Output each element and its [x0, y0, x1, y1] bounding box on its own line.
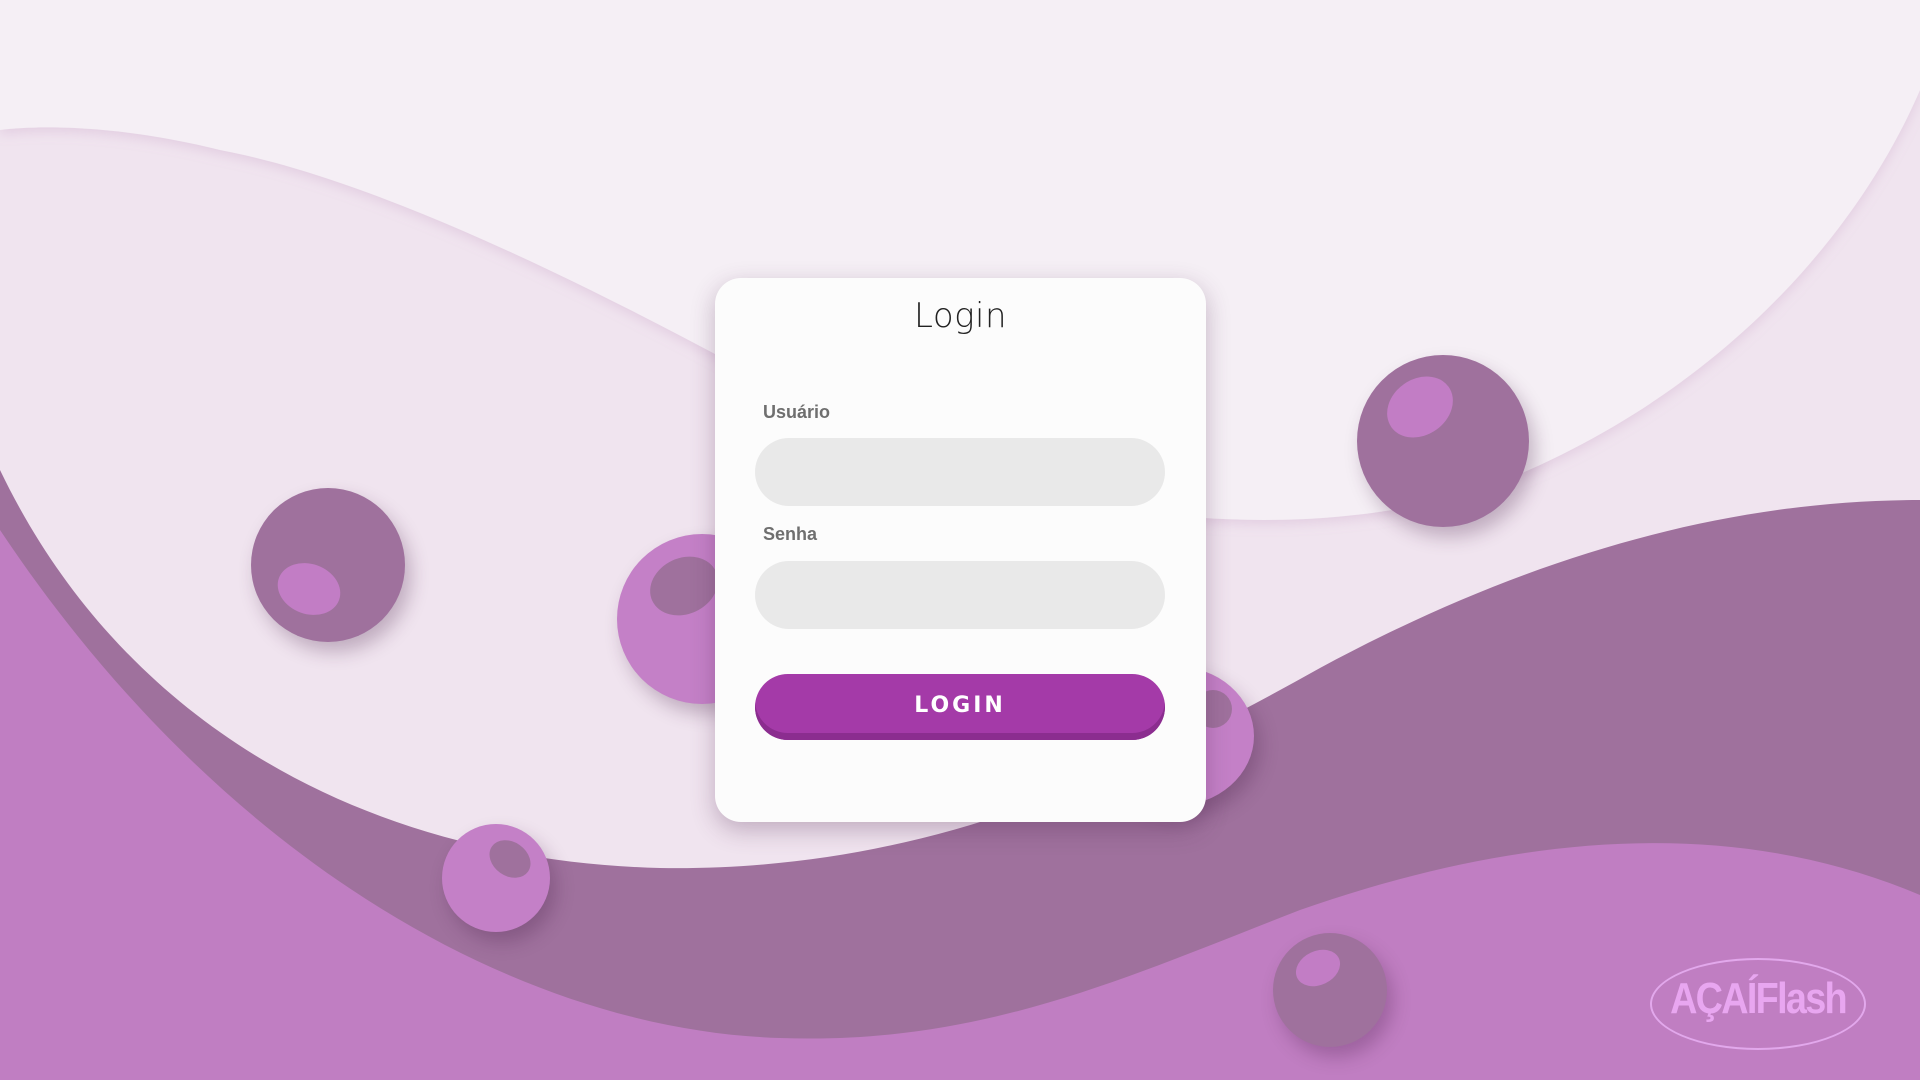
berry-highlight: [1375, 363, 1465, 451]
acaiflash-logo: AÇAÍFlash: [1650, 958, 1866, 1050]
berry-highlight: [482, 832, 538, 886]
acai-berry-decoration: [1357, 355, 1529, 527]
login-button[interactable]: LOGIN: [755, 674, 1165, 740]
password-label: Senha: [763, 524, 818, 544]
berry-highlight: [270, 554, 348, 624]
password-input[interactable]: [755, 561, 1165, 629]
login-card: Login Usuário Senha LOGIN: [715, 278, 1206, 822]
logo-text: AÇAÍFlash: [1670, 974, 1848, 1023]
login-title: Login: [913, 296, 1008, 336]
acai-berry-decoration: [442, 824, 550, 932]
acai-berry-decoration: [251, 488, 405, 642]
acai-berry-decoration: [1273, 933, 1387, 1047]
username-input[interactable]: [755, 438, 1165, 506]
username-label: Usuário: [763, 402, 831, 422]
berry-highlight: [1289, 942, 1347, 994]
